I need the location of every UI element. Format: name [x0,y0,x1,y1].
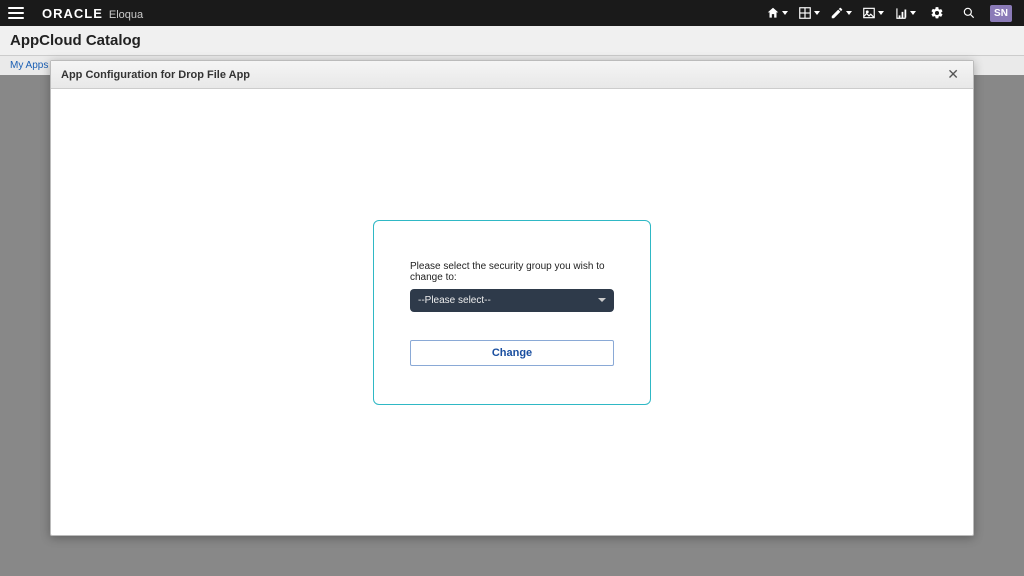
home-button[interactable] [762,0,792,26]
breadcrumb-link-myapps[interactable]: My Apps [10,60,48,71]
nav-right: SN [762,0,1016,26]
chevron-down-icon [910,11,916,15]
page-title: AppCloud Catalog [10,32,141,49]
page-title-bar: AppCloud Catalog [0,26,1024,56]
top-nav: ORACLE Eloqua SN [0,0,1024,26]
security-group-card: Please select the security group you wis… [373,220,651,405]
search-icon [962,6,976,20]
edit-button[interactable] [826,0,856,26]
user-initials: SN [990,5,1012,22]
security-group-select-wrap: --Please select-- [410,289,614,312]
chart-icon [894,6,908,20]
brand: ORACLE Eloqua [42,6,143,21]
search-button[interactable] [954,0,984,26]
chart-button[interactable] [890,0,920,26]
modal-body: Please select the security group you wis… [51,89,973,535]
gear-icon [930,6,944,20]
modal-header: App Configuration for Drop File App ✕ [51,61,973,89]
grid-icon [798,6,812,20]
user-avatar[interactable]: SN [986,0,1016,26]
chevron-down-icon [878,11,884,15]
brand-oracle: ORACLE [42,6,103,21]
security-group-prompt: Please select the security group you wis… [410,261,614,283]
brand-product: Eloqua [109,9,143,21]
image-icon [862,6,876,20]
grid-button[interactable] [794,0,824,26]
pencil-icon [830,6,844,20]
modal-title: App Configuration for Drop File App [61,69,250,81]
home-icon [766,6,780,20]
menu-icon[interactable] [8,7,24,19]
change-button[interactable]: Change [410,340,614,366]
chevron-down-icon [814,11,820,15]
chevron-down-icon [782,11,788,15]
settings-button[interactable] [922,0,952,26]
close-icon[interactable]: ✕ [943,66,963,83]
chevron-down-icon [846,11,852,15]
image-button[interactable] [858,0,888,26]
security-group-select[interactable]: --Please select-- [410,289,614,312]
config-modal: App Configuration for Drop File App ✕ Pl… [50,60,974,536]
